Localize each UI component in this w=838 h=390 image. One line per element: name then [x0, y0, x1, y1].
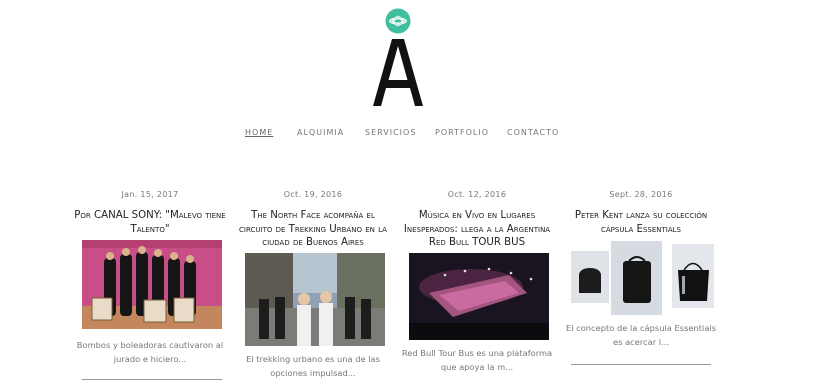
nav-alquimia[interactable]: ALQUIMIA: [297, 128, 344, 137]
post-card-north-face: Oct. 19, 2016 The North Face acompaña el…: [233, 190, 393, 378]
post-title[interactable]: Por CANAL SONY: "Malevo tiene Talento": [70, 209, 230, 236]
main-nav: HOME ALQUIMIA SERVICIOS PORTFOLIO CONTAC…: [0, 128, 838, 142]
post-excerpt: El trekking urbano es una de las opcione…: [246, 354, 380, 378]
nav-contacto[interactable]: CONTACTO: [507, 128, 559, 137]
site-logo[interactable]: [370, 8, 426, 108]
post-date: Jan. 15, 2017: [121, 190, 179, 199]
post-date: Oct. 19, 2016: [283, 190, 343, 199]
post-divider: [571, 364, 711, 365]
nav-home[interactable]: HOME: [245, 128, 273, 137]
logo-letter-a-icon: [373, 39, 423, 106]
post-card-peter-kent: Sept. 28, 2016 Peter Kent lanza su colec…: [561, 190, 721, 365]
post-card-red-bull: Oct. 12, 2016 Música en Vivo en Lugares …: [397, 190, 557, 372]
post-image-peter-kent[interactable]: [571, 241, 714, 315]
post-date: Sept. 28, 2016: [609, 190, 673, 199]
post-excerpt: Red Bull Tour Bus es una plataforma que …: [401, 348, 553, 372]
post-image-red-bull[interactable]: [409, 253, 549, 340]
post-image-malevo[interactable]: [82, 240, 222, 329]
post-excerpt: El concepto de la cápsula Essentials es …: [565, 323, 717, 347]
post-card-malevo: Jan. 15, 2017 Por CANAL SONY: "Malevo ti…: [70, 190, 230, 380]
post-title[interactable]: Peter Kent lanza su colección cápsula Es…: [561, 209, 721, 236]
post-divider: [82, 379, 222, 380]
post-image-north-face[interactable]: [245, 253, 385, 346]
post-date: Oct. 12, 2016: [447, 190, 507, 199]
post-title[interactable]: The North Face acompaña el circuito de T…: [233, 209, 393, 250]
post-title[interactable]: Música en Vivo en Lugares Inesperados: l…: [397, 209, 557, 250]
nav-servicios[interactable]: SERVICIOS: [365, 128, 416, 137]
nav-portfolio[interactable]: PORTFOLIO: [435, 128, 489, 137]
post-excerpt: Bombos y boleadoras cautivaron al jurado…: [76, 340, 224, 364]
